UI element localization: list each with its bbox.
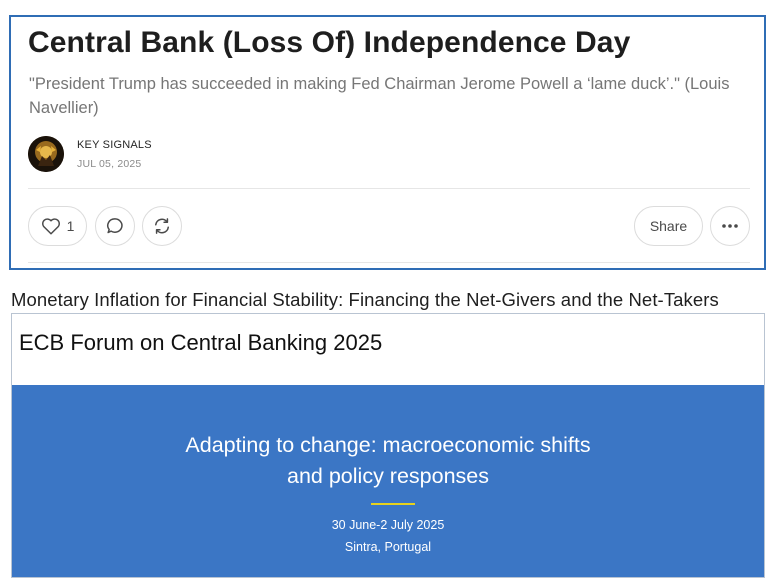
post-subtitle: "President Trump has succeeded in making… xyxy=(29,75,730,117)
divider-top xyxy=(28,188,750,189)
divider-bottom xyxy=(28,262,750,263)
more-options-button[interactable] xyxy=(710,206,750,246)
banner-headline-line2: and policy responses xyxy=(287,464,489,488)
post-card: Central Bank (Loss Of) Independence Day … xyxy=(9,15,766,270)
forum-banner: Adapting to change: macroeconomic shifts… xyxy=(12,385,764,577)
banner-location: Sintra, Portugal xyxy=(344,540,432,554)
banner-headline: Adapting to change: macroeconomic shifts… xyxy=(12,430,764,492)
like-button[interactable]: 1 xyxy=(28,206,87,246)
ellipsis-icon xyxy=(722,224,738,228)
banner-accent-rule xyxy=(371,503,415,505)
comment-bubble-icon xyxy=(107,218,123,234)
author-name[interactable]: KEY SIGNALS xyxy=(77,139,152,151)
forum-section-heading: Monetary Inflation for Financial Stabili… xyxy=(11,289,719,310)
banner-dates: 30 June-2 July 2025 xyxy=(331,518,445,532)
restack-arrows-icon xyxy=(155,218,169,234)
share-label: Share xyxy=(649,218,688,234)
restack-button[interactable] xyxy=(142,206,182,246)
banner-headline-line1: Adapting to change: macroeconomic shifts xyxy=(185,433,591,457)
post-title[interactable]: Central Bank (Loss Of) Independence Day xyxy=(28,26,630,60)
post-date: JUL 05, 2025 xyxy=(77,158,142,170)
avatar-figure-icon xyxy=(28,136,64,172)
author-avatar[interactable] xyxy=(28,136,64,172)
forum-title: ECB Forum on Central Banking 2025 xyxy=(19,330,383,355)
share-button[interactable]: Share xyxy=(634,206,703,246)
heart-icon xyxy=(41,218,60,235)
ecb-forum-image: ECB Forum on Central Banking 2025 Adapti… xyxy=(11,313,765,578)
like-count: 1 xyxy=(66,218,75,234)
forum-title-bar: ECB Forum on Central Banking 2025 xyxy=(12,314,764,385)
comment-button[interactable] xyxy=(95,206,135,246)
